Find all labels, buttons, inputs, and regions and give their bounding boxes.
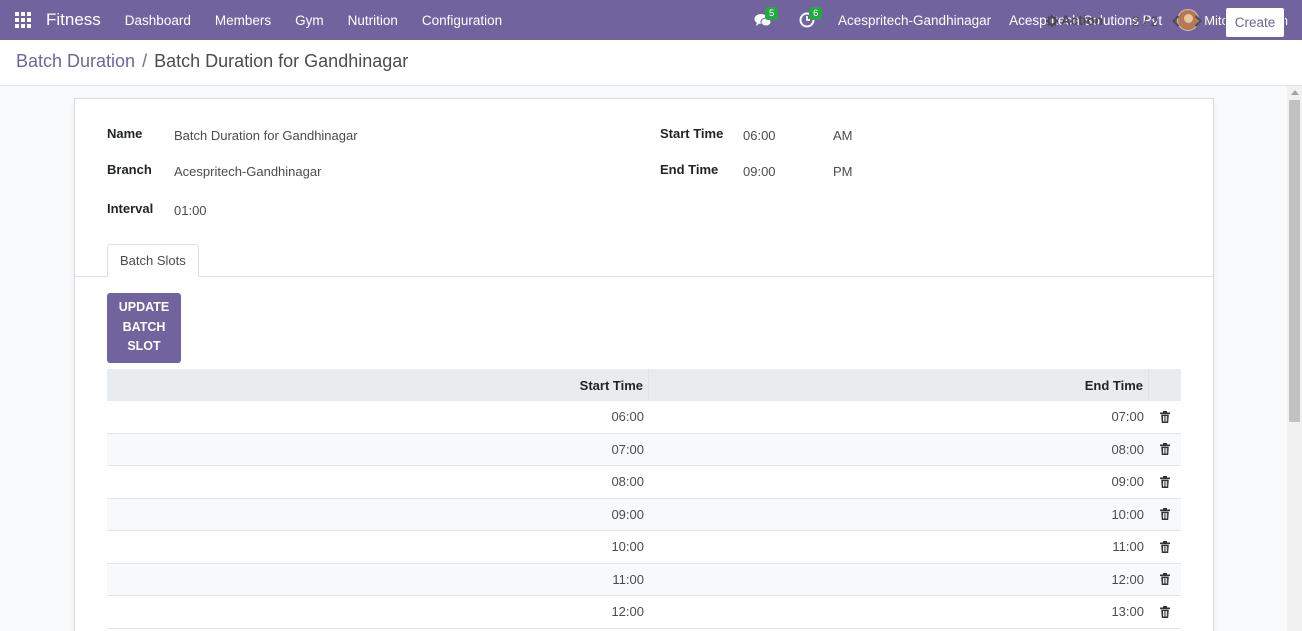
start-time-cell[interactable]: 09:00 (107, 499, 649, 531)
start-time-cell[interactable]: 06:00 (107, 401, 649, 433)
pager-previous-button[interactable] (1167, 10, 1185, 32)
end-time-cell[interactable]: 10:00 (649, 499, 1149, 531)
column-start-time[interactable]: Start Time (107, 369, 649, 401)
trash-icon (1160, 443, 1170, 456)
delete-row-button[interactable] (1149, 596, 1181, 628)
update-button-line: SLOT (127, 339, 161, 353)
start-time-label: Start Time (660, 126, 724, 141)
trash-icon (1160, 605, 1170, 618)
end-time-label: End Time (660, 162, 719, 177)
interval-field[interactable]: 01:00 (174, 203, 207, 218)
interval-label: Interval (107, 201, 154, 216)
delete-row-button[interactable] (1149, 499, 1181, 531)
end-time-field[interactable]: 09:00 (743, 164, 776, 179)
end-time-cell[interactable]: 12:00 (649, 564, 1149, 596)
chevron-left-icon (1172, 15, 1180, 27)
vertical-scrollbar[interactable] (1287, 86, 1302, 631)
pager-value[interactable]: 2 / 2 (1132, 14, 1158, 29)
end-time-cell[interactable]: 11:00 (649, 531, 1149, 563)
trash-icon (1160, 540, 1170, 553)
control-panel: Batch Duration / Batch Duration for Gandhi… (0, 40, 1302, 86)
branch-field[interactable]: Acespritech-Gandhinagar (174, 164, 321, 179)
delete-row-button[interactable] (1149, 564, 1181, 596)
name-label: Name (107, 126, 143, 141)
trash-icon (1160, 573, 1170, 586)
table-row[interactable]: 11:00 12:00 (107, 563, 1181, 596)
messaging-menu[interactable]: 5 (741, 0, 785, 40)
messages-badge: 5 (765, 7, 779, 20)
start-time-period[interactable]: AM (833, 128, 853, 143)
activity-menu[interactable]: 6 (785, 0, 829, 40)
end-time-period[interactable]: PM (833, 164, 853, 179)
branch-label: Branch (107, 162, 152, 177)
end-time-cell[interactable]: 13:00 (649, 596, 1149, 628)
branch-switcher[interactable]: Acespritech-Gandhinagar (829, 13, 1000, 28)
breadcrumb-current: Batch Duration for Gandhinagar (154, 51, 409, 71)
menu-configuration[interactable]: Configuration (410, 0, 514, 40)
delete-row-button[interactable] (1149, 531, 1181, 563)
form-view: Name Batch Duration for Gandhinagar Bran… (0, 86, 1287, 631)
activities-badge: 6 (809, 7, 823, 20)
scroll-thumb[interactable] (1289, 100, 1300, 422)
breadcrumb: Batch Duration / Batch Duration for Gandhi… (16, 51, 408, 72)
trash-icon (1160, 475, 1170, 488)
table-header: Start Time End Time (107, 369, 1181, 401)
table-row[interactable]: 10:00 11:00 (107, 531, 1181, 564)
start-time-cell[interactable]: 12:00 (107, 596, 649, 628)
column-end-time[interactable]: End Time (649, 369, 1149, 401)
create-button[interactable]: Create (1225, 7, 1285, 38)
tab-batch-slots[interactable]: Batch Slots (107, 244, 199, 277)
menu-members[interactable]: Members (203, 0, 283, 40)
breadcrumb-parent[interactable]: Batch Duration (16, 51, 135, 71)
action-label: Action (1061, 13, 1103, 28)
start-time-field[interactable]: 06:00 (743, 128, 776, 143)
table-row[interactable]: 06:00 07:00 (107, 401, 1181, 434)
action-button[interactable]: Action (1046, 13, 1103, 28)
table-row[interactable]: 09:00 10:00 (107, 498, 1181, 531)
table-row[interactable]: 07:00 08:00 (107, 433, 1181, 466)
menu-nutrition[interactable]: Nutrition (336, 0, 410, 40)
delete-row-button[interactable] (1149, 401, 1181, 433)
table-row[interactable]: 12:00 13:00 (107, 596, 1181, 629)
apps-menu-icon[interactable] (0, 0, 46, 40)
scroll-up-arrow-icon[interactable] (1291, 90, 1299, 95)
gear-icon (1046, 14, 1058, 27)
pager-next-button[interactable] (1189, 10, 1207, 32)
name-field[interactable]: Batch Duration for Gandhinagar (174, 128, 358, 143)
update-button-line: BATCH (122, 319, 166, 334)
delete-row-button[interactable] (1149, 434, 1181, 466)
breadcrumb-separator: / (142, 51, 148, 71)
table-row[interactable]: 08:00 09:00 (107, 466, 1181, 499)
tab-divider (75, 276, 1213, 277)
end-time-cell[interactable]: 09:00 (649, 466, 1149, 498)
start-time-cell[interactable]: 08:00 (107, 466, 649, 498)
update-batch-slot-button[interactable]: UPDATE BATCH SLOT (107, 293, 181, 363)
delete-row-button[interactable] (1149, 466, 1181, 498)
chevron-right-icon (1194, 15, 1202, 27)
menu-dashboard[interactable]: Dashboard (113, 0, 203, 40)
app-brand[interactable]: Fitness (46, 10, 101, 30)
table-body: 06:00 07:00 07:00 08:00 08:00 09:00 09:00 10:00… (107, 401, 1181, 629)
menu-gym[interactable]: Gym (283, 0, 336, 40)
column-actions (1149, 369, 1181, 401)
end-time-cell[interactable]: 08:00 (649, 434, 1149, 466)
start-time-cell[interactable]: 10:00 (107, 531, 649, 563)
start-time-cell[interactable]: 11:00 (107, 564, 649, 596)
batch-slots-table: Start Time End Time 06:00 07:00 07:00 08:00… (107, 369, 1181, 629)
start-time-cell[interactable]: 07:00 (107, 434, 649, 466)
top-navbar: Fitness Dashboard Members Gym Nutrition … (0, 0, 1302, 40)
update-button-line: UPDATE (118, 300, 170, 314)
trash-icon (1160, 410, 1170, 423)
trash-icon (1160, 508, 1170, 521)
form-sheet: Name Batch Duration for Gandhinagar Bran… (74, 98, 1214, 631)
end-time-cell[interactable]: 07:00 (649, 401, 1149, 433)
